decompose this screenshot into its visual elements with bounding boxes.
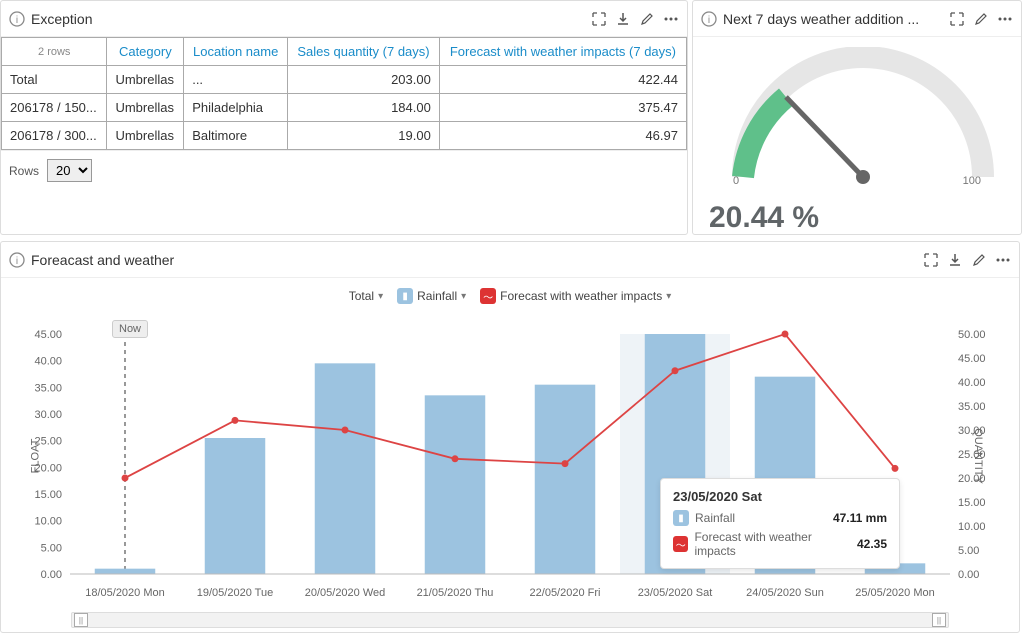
svg-text:25/05/2020 Mon: 25/05/2020 Mon [855,587,935,599]
svg-text:23/05/2020 Sat: 23/05/2020 Sat [638,587,713,599]
svg-text:21/05/2020 Thu: 21/05/2020 Thu [417,587,494,599]
table-row[interactable]: 206178 / 300... Umbrellas Baltimore 19.0… [2,122,687,150]
chart-title: Foreacast and weather [31,252,174,268]
download-icon[interactable] [615,11,631,27]
svg-text:10.00: 10.00 [34,516,62,528]
svg-text:45.00: 45.00 [958,353,986,365]
svg-text:24/05/2020 Sun: 24/05/2020 Sun [746,587,824,599]
filter-rainfall[interactable]: ▮Rainfall▾ [397,288,466,304]
scroll-handle-right[interactable]: || [932,613,946,627]
table-row[interactable]: Total Umbrellas ... 203.00 422.44 [2,66,687,94]
edit-icon[interactable] [971,252,987,268]
tooltip-rainfall-value: 47.11 mm [833,511,887,525]
info-icon[interactable]: i [9,252,25,268]
info-icon[interactable]: i [701,11,717,27]
svg-text:0.00: 0.00 [958,569,979,581]
exception-panel: i Exception 2 rows Category Location nam… [0,0,688,235]
svg-text:40.00: 40.00 [34,356,62,368]
y-left-axis-label: FLOAT [29,439,41,474]
tooltip-forecast-label: Forecast with weather impacts [694,530,851,558]
svg-text:22/05/2020 Fri: 22/05/2020 Fri [530,587,601,599]
more-icon[interactable] [997,11,1013,27]
svg-text:50.00: 50.00 [958,329,986,341]
tooltip-rainfall-label: Rainfall [695,511,735,525]
row-count-label: 2 rows [2,38,107,66]
chart-tooltip: 23/05/2020 Sat ▮ Rainfall 47.11 mm 〜 For… [660,478,900,569]
chevron-down-icon: ▾ [378,291,383,302]
more-icon[interactable] [663,11,679,27]
svg-text:15.00: 15.00 [34,489,62,501]
chart-filters: Total▾ ▮Rainfall▾ 〜Forecast with weather… [1,278,1019,310]
col-category[interactable]: Category [107,38,184,66]
col-sales[interactable]: Sales quantity (7 days) [288,38,440,66]
tooltip-title: 23/05/2020 Sat [673,489,887,504]
svg-text:i: i [16,15,18,26]
line-icon: 〜 [673,536,688,552]
gauge-header: i Next 7 days weather addition ... [693,1,1021,37]
col-location[interactable]: Location name [184,38,288,66]
exception-title: Exception [31,11,92,27]
filter-total[interactable]: Total▾ [349,289,383,303]
expand-icon[interactable] [591,11,607,27]
svg-text:30.00: 30.00 [34,409,62,421]
table-row[interactable]: 206178 / 150... Umbrellas Philadelphia 1… [2,94,687,122]
rows-select[interactable]: 20 [47,159,92,182]
line-icon: 〜 [480,288,496,304]
bar-icon: ▮ [673,510,689,526]
y-right-axis-label: QUANTITY [972,428,984,484]
svg-text:i: i [16,256,18,267]
svg-text:45.00: 45.00 [34,329,62,341]
edit-icon[interactable] [973,11,989,27]
svg-text:5.00: 5.00 [41,542,62,554]
chart-area[interactable]: FLOAT QUANTITY Now 0.005.0010.0015.0020.… [10,310,1010,610]
exception-table: 2 rows Category Location name Sales quan… [1,37,687,150]
filter-forecast[interactable]: 〜Forecast with weather impacts▾ [480,288,671,304]
scroll-handle-left[interactable]: || [74,613,88,627]
svg-text:20/05/2020 Wed: 20/05/2020 Wed [305,587,386,599]
tooltip-forecast-value: 42.35 [857,537,887,551]
svg-text:10.00: 10.00 [958,521,986,533]
col-forecast[interactable]: Forecast with weather impacts (7 days) [439,38,686,66]
chart-header: i Foreacast and weather [1,242,1019,278]
edit-icon[interactable] [639,11,655,27]
gauge-title: Next 7 days weather addition ... [723,11,919,27]
chevron-down-icon: ▾ [666,291,671,302]
svg-text:40.00: 40.00 [958,377,986,389]
more-icon[interactable] [995,252,1011,268]
bar-icon: ▮ [397,288,413,304]
gauge-chart: 0 100 [693,37,1021,197]
svg-text:18/05/2020 Mon: 18/05/2020 Mon [85,587,165,599]
exception-header: i Exception [1,1,687,37]
forecast-weather-panel: i Foreacast and weather Total▾ ▮Rainfall… [0,241,1020,633]
gauge-value: 20.44 % [693,197,1021,235]
info-icon[interactable]: i [9,11,25,27]
gauge-max-label: 100 [963,175,981,187]
chart-range-scroll[interactable]: || || [71,612,949,628]
svg-text:35.00: 35.00 [34,382,62,394]
rows-label: Rows [9,164,39,178]
expand-icon[interactable] [949,11,965,27]
svg-text:0.00: 0.00 [41,569,62,581]
svg-text:5.00: 5.00 [958,545,979,557]
expand-icon[interactable] [923,252,939,268]
svg-text:19/05/2020 Tue: 19/05/2020 Tue [197,587,273,599]
download-icon[interactable] [947,252,963,268]
now-marker: Now [112,320,148,338]
chevron-down-icon: ▾ [461,291,466,302]
svg-text:35.00: 35.00 [958,401,986,413]
rows-pager: Rows 20 [1,150,687,190]
gauge-min-label: 0 [733,175,739,187]
gauge-panel: i Next 7 days weather addition ... 0 100… [692,0,1022,235]
svg-text:15.00: 15.00 [958,497,986,509]
svg-text:i: i [708,15,710,26]
